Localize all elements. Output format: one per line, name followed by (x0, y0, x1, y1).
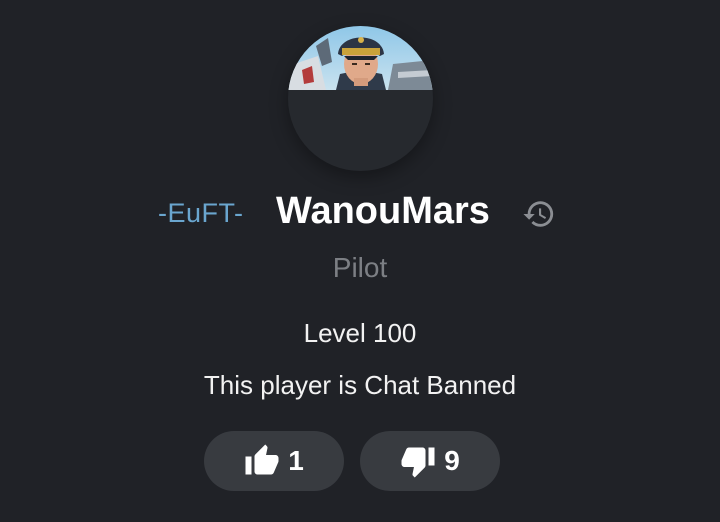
player-role: Pilot (332, 252, 388, 283)
like-button[interactable]: 1 (204, 431, 344, 491)
history-button[interactable] (522, 197, 556, 231)
clan-tag[interactable]: -EuFT- (158, 198, 244, 229)
thumbs-down-icon (401, 447, 435, 478)
dislike-button[interactable]: 9 (360, 431, 500, 491)
player-name: WanouMars (276, 190, 490, 232)
like-count: 1 (288, 445, 304, 476)
chat-ban-status: This player is Chat Banned (203, 370, 517, 400)
avatar (288, 26, 433, 171)
thumbs-up-icon (245, 444, 279, 475)
dislike-count: 9 (444, 445, 460, 476)
player-header: -EuFT- WanouMars (0, 188, 720, 238)
history-icon (523, 201, 554, 227)
player-level: Level 100 (303, 318, 417, 348)
pilot-avatar-image (288, 26, 433, 90)
